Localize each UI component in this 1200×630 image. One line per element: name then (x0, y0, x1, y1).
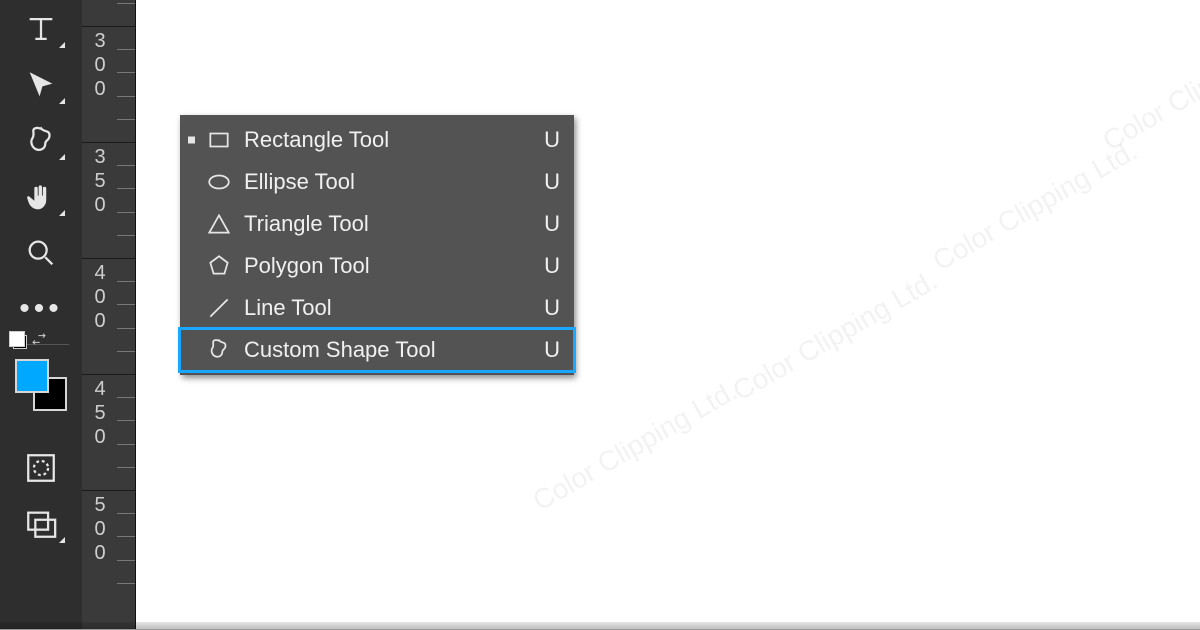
ruler-minor-tick (117, 583, 135, 584)
ruler-minor-tick (117, 420, 135, 421)
watermark: Color Clipping Ltd. (1097, 15, 1200, 158)
ruler-major-tick (82, 258, 135, 259)
flyout-item-shortcut: U (530, 337, 560, 363)
screen-mode[interactable] (13, 501, 69, 547)
watermark: Color Clipping Ltd. (927, 135, 1142, 278)
flyout-item-shortcut: U (530, 253, 560, 279)
flyout-item-shortcut: U (530, 169, 560, 195)
flyout-item-line[interactable]: Line ToolU (180, 287, 574, 329)
ruler-minor-tick (117, 188, 135, 189)
ruler-label: 450 (88, 378, 111, 450)
ruler-label: 300 (88, 30, 111, 102)
ruler-minor-tick (117, 49, 135, 50)
type-tool[interactable] (13, 6, 69, 52)
default-and-swap-colors[interactable] (13, 331, 47, 352)
ruler-minor-tick (117, 397, 135, 398)
flyout-item-label: Ellipse Tool (238, 169, 530, 195)
edit-toolbar-button[interactable]: ••• (13, 286, 69, 332)
flyout-item-blob[interactable]: Custom Shape ToolU (180, 329, 574, 371)
flyout-item-shortcut: U (530, 211, 560, 237)
line-icon (186, 295, 238, 321)
default-colors-icon[interactable] (13, 335, 27, 349)
ruler-minor-tick (117, 351, 135, 352)
ruler-major-tick (82, 374, 135, 375)
ruler-minor-tick (117, 328, 135, 329)
ruler-major-tick (82, 142, 135, 143)
ruler-label: 350 (88, 146, 111, 218)
submenu-indicator-icon (59, 537, 65, 543)
ruler-label: 400 (88, 262, 111, 334)
flyout-item-rectangle[interactable]: Rectangle ToolU (180, 119, 574, 161)
flyout-item-ellipse[interactable]: Ellipse ToolU (180, 161, 574, 203)
flyout-item-label: Rectangle Tool (238, 127, 530, 153)
submenu-indicator-icon (59, 154, 65, 160)
triangle-icon (186, 211, 238, 237)
flyout-item-label: Custom Shape Tool (238, 337, 530, 363)
quick-mask-mode[interactable] (13, 445, 69, 491)
ruler-major-tick (82, 490, 135, 491)
ruler-minor-tick (117, 165, 135, 166)
flyout-item-label: Polygon Tool (238, 253, 530, 279)
ruler-minor-tick (117, 72, 135, 73)
flyout-item-polygon[interactable]: Polygon ToolU (180, 245, 574, 287)
path-selection-tool[interactable] (13, 62, 69, 108)
window-edge (0, 622, 1200, 630)
custom-shape-tool[interactable] (13, 118, 69, 164)
flyout-item-triangle[interactable]: Triangle ToolU (180, 203, 574, 245)
ruler-minor-tick (117, 235, 135, 236)
vertical-ruler[interactable]: 250300350400450500 (82, 0, 136, 630)
ruler-minor-tick (117, 560, 135, 561)
hand-tool[interactable] (13, 174, 69, 220)
watermark: Color Clipping Ltd. (727, 265, 942, 408)
ruler-minor-tick (117, 119, 135, 120)
flyout-item-label: Triangle Tool (238, 211, 530, 237)
shape-tool-flyout: Rectangle ToolUEllipse ToolUTriangle Too… (180, 115, 574, 375)
ruler-minor-tick (117, 513, 135, 514)
blob-icon (186, 337, 238, 363)
ellipse-icon (186, 169, 238, 195)
submenu-indicator-icon (59, 42, 65, 48)
flyout-item-shortcut: U (530, 295, 560, 321)
ruler-minor-tick (117, 467, 135, 468)
flyout-item-label: Line Tool (238, 295, 530, 321)
foreground-color-swatch[interactable] (15, 359, 49, 393)
submenu-indicator-icon (59, 98, 65, 104)
ruler-minor-tick (117, 212, 135, 213)
ruler-minor-tick (117, 444, 135, 445)
rectangle-icon (186, 127, 238, 153)
submenu-indicator-icon (59, 210, 65, 216)
tool-palette: ••• (0, 0, 82, 630)
ruler-minor-tick (117, 281, 135, 282)
zoom-tool[interactable] (13, 230, 69, 276)
flyout-item-shortcut: U (530, 127, 560, 153)
ruler-minor-tick (117, 3, 135, 4)
color-swatches[interactable] (13, 357, 69, 413)
polygon-icon (186, 253, 238, 279)
swap-colors-icon[interactable] (31, 331, 47, 352)
ruler-minor-tick (117, 96, 135, 97)
ruler-major-tick (82, 26, 135, 27)
ruler-minor-tick (117, 536, 135, 537)
ruler-minor-tick (117, 304, 135, 305)
watermark: Color Clipping Ltd. (527, 375, 742, 518)
ruler-label: 500 (88, 494, 111, 566)
ellipsis-icon: ••• (19, 304, 63, 314)
